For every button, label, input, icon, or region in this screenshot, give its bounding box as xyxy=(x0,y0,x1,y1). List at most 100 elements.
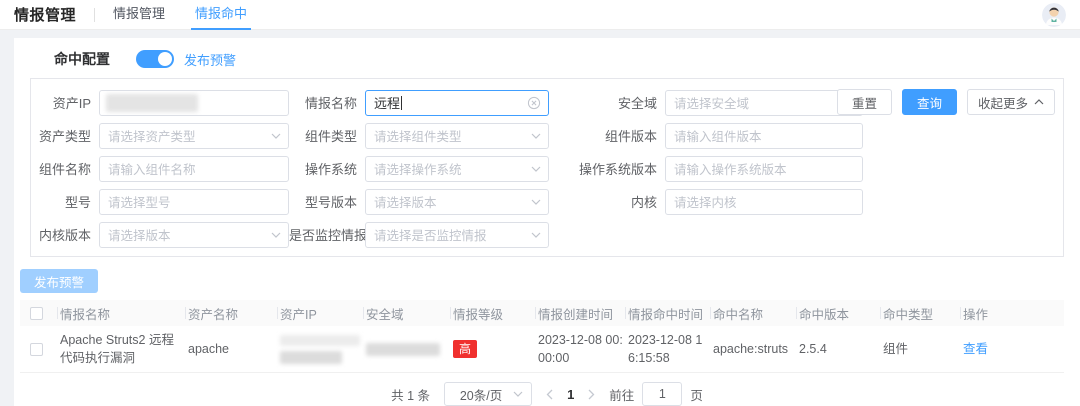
os-select[interactable]: 请选择操作系统 xyxy=(365,156,549,182)
hit-type-cell: 组件 xyxy=(881,340,961,358)
tab-intel-hit[interactable]: 情报命中 xyxy=(195,0,247,30)
redacted-value xyxy=(106,94,198,112)
total-count: 共 1 条 xyxy=(391,385,430,404)
next-page-button[interactable] xyxy=(588,389,595,400)
pagination: 共 1 条 20条/页 1 前往 1 页 xyxy=(14,382,1080,406)
divider xyxy=(94,8,95,22)
placeholder-text: 请选择组件类型 xyxy=(374,126,462,145)
clear-icon[interactable] xyxy=(527,96,541,110)
kernel-input[interactable]: 请选择内核 xyxy=(665,189,863,215)
intel-created-cell: 2023-12-08 00:00:00 xyxy=(536,331,626,367)
text-cursor xyxy=(401,96,402,110)
reset-button[interactable]: 重置 xyxy=(837,89,892,115)
chevron-right-icon xyxy=(588,389,595,400)
collapse-more-button[interactable]: 收起更多 xyxy=(967,89,1055,115)
intel-name-value: 远程 xyxy=(374,93,400,112)
publish-alert-toggle[interactable] xyxy=(136,50,174,68)
placeholder-text: 请选择资产类型 xyxy=(108,126,196,145)
collapse-more-label: 收起更多 xyxy=(978,93,1028,112)
model-input[interactable]: 请选择型号 xyxy=(99,189,289,215)
select-all-checkbox[interactable] xyxy=(30,307,43,320)
page-title: 情报管理 xyxy=(14,4,76,25)
model-version-label: 型号版本 xyxy=(289,192,365,211)
component-type-select[interactable]: 请选择组件类型 xyxy=(365,123,549,149)
hit-version-cell: 2.5.4 xyxy=(797,340,881,358)
table-row: Apache Struts2 远程代码执行漏洞 apache 高 2023-12… xyxy=(20,326,1064,373)
toggle-knob xyxy=(158,52,172,66)
goto-label: 前往 xyxy=(609,385,634,404)
asset-type-select[interactable]: 请选择资产类型 xyxy=(99,123,289,149)
chevron-down-icon xyxy=(531,232,541,238)
hit-config-section: 命中配置 发布预警 xyxy=(54,48,1080,70)
hit-name-cell: apache:struts xyxy=(711,340,797,358)
placeholder-text: 请选择版本 xyxy=(108,225,171,244)
placeholder-text: 请选择版本 xyxy=(374,192,437,211)
action-cell: 查看 xyxy=(961,340,1064,358)
publish-alert-button[interactable]: 发布预警 xyxy=(20,269,98,293)
asset-name-cell: apache xyxy=(186,340,278,358)
table-header-row: 情报名称 资产名称 资产IP 安全域 情报等级 情报创建时间 情报命中时间 命中… xyxy=(20,300,1064,326)
goto-page-input[interactable]: 1 xyxy=(642,382,682,406)
toggle-label: 发布预警 xyxy=(184,50,236,69)
component-version-label: 组件版本 xyxy=(549,126,665,145)
component-version-input[interactable]: 请输入组件版本 xyxy=(665,123,863,149)
col-asset-ip: 资产IP xyxy=(278,300,364,326)
chevron-down-icon xyxy=(531,166,541,172)
kernel-label: 内核 xyxy=(549,192,665,211)
placeholder-text: 请输入组件版本 xyxy=(674,126,762,145)
col-action: 操作 xyxy=(961,300,1064,326)
model-version-select[interactable]: 请选择版本 xyxy=(365,189,549,215)
chevron-down-icon xyxy=(531,133,541,139)
filter-panel: 资产IP 情报名称 远程 安全域 请选择安全域 资产类型 请选择资产类型 组件类… xyxy=(30,78,1064,257)
page-size-select[interactable]: 20条/页 xyxy=(444,382,532,406)
view-link[interactable]: 查看 xyxy=(963,342,988,356)
col-hit-name: 命中名称 xyxy=(711,300,797,326)
intel-level-cell: 高 xyxy=(451,340,536,358)
current-page[interactable]: 1 xyxy=(567,387,574,402)
goto-page-group: 前往 1 页 xyxy=(609,382,703,406)
asset-ip-cell xyxy=(278,335,364,364)
security-domain-select[interactable]: 请选择安全域 xyxy=(665,90,863,116)
monitor-intel-select[interactable]: 请选择是否监控情报 xyxy=(365,222,549,248)
redacted-value xyxy=(280,335,360,346)
col-intel-level: 情报等级 xyxy=(451,300,536,326)
level-badge: 高 xyxy=(453,340,477,358)
component-type-label: 组件类型 xyxy=(289,126,365,145)
page-size-value: 20条/页 xyxy=(460,385,502,404)
placeholder-text: 请选择内核 xyxy=(674,192,737,211)
avatar-icon xyxy=(1042,3,1066,27)
intel-name-cell: Apache Struts2 远程代码执行漏洞 xyxy=(58,331,186,367)
hit-config-title: 命中配置 xyxy=(54,49,110,69)
row-checkbox[interactable] xyxy=(30,343,43,356)
user-avatar[interactable] xyxy=(1042,3,1066,27)
intel-name-input[interactable]: 远程 xyxy=(365,90,549,116)
search-button[interactable]: 查询 xyxy=(902,89,957,115)
component-name-label: 组件名称 xyxy=(37,159,99,178)
col-security-domain: 安全域 xyxy=(364,300,451,326)
asset-ip-label: 资产IP xyxy=(37,93,99,112)
kernel-version-select[interactable]: 请选择版本 xyxy=(99,222,289,248)
component-name-input[interactable]: 请输入组件名称 xyxy=(99,156,289,182)
col-intel-name: 情报名称 xyxy=(58,300,186,326)
page-body: 命中配置 发布预警 资产IP 情报名称 远程 安全域 请选择安全域 资产类型 请… xyxy=(0,30,1080,406)
col-hit-version: 命中版本 xyxy=(797,300,881,326)
redacted-value xyxy=(366,343,440,356)
tab-intel-management[interactable]: 情报管理 xyxy=(113,0,165,30)
prev-page-button[interactable] xyxy=(546,389,553,400)
asset-ip-input[interactable] xyxy=(99,90,289,116)
os-version-input[interactable]: 请输入操作系统版本 xyxy=(665,156,863,182)
intel-hit-time-cell: 2023-12-08 16:15:58 xyxy=(626,331,711,367)
chevron-down-icon xyxy=(271,232,281,238)
content-card: 命中配置 发布预警 资产IP 情报名称 远程 安全域 请选择安全域 资产类型 请… xyxy=(14,38,1080,406)
chevron-down-icon xyxy=(513,391,523,397)
placeholder-text: 请输入组件名称 xyxy=(108,159,196,178)
chevron-down-icon xyxy=(531,199,541,205)
asset-type-label: 资产类型 xyxy=(37,126,99,145)
hit-result-table: 情报名称 资产名称 资产IP 安全域 情报等级 情报创建时间 情报命中时间 命中… xyxy=(20,300,1064,373)
col-intel-created: 情报创建时间 xyxy=(536,300,626,326)
chevron-up-icon xyxy=(1034,99,1044,105)
placeholder-text: 请选择安全域 xyxy=(674,93,749,112)
filter-actions: 重置 查询 收起更多 xyxy=(837,89,1055,115)
placeholder-text: 请选择是否监控情报 xyxy=(374,225,487,244)
goto-suffix: 页 xyxy=(690,385,703,404)
